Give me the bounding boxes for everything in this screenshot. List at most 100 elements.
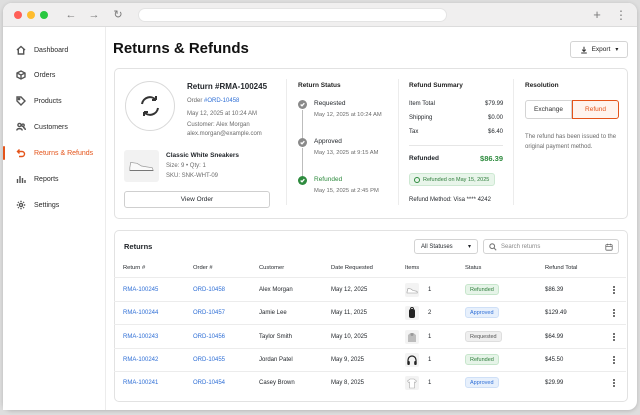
maximize-window-button[interactable] [40, 11, 48, 19]
order-link[interactable]: ORD-10456 [193, 334, 225, 340]
divider [286, 79, 287, 205]
customer-cell: Jamie Lee [259, 310, 287, 316]
qty-cell: 1 [428, 334, 432, 340]
customer-cell: Alex Morgan [259, 287, 293, 293]
rma-link[interactable]: RMA-100243 [123, 334, 158, 340]
view-order-button[interactable]: View Order [124, 191, 270, 208]
order-link[interactable]: ORD-10458 [193, 287, 225, 293]
filter-value: All Statuses [421, 243, 453, 250]
order-line: Order #ORD-10458 [187, 98, 239, 104]
total-cell: $45.50 [545, 357, 564, 363]
column-header: Items [405, 265, 420, 271]
sneaker-thumbnail [405, 283, 419, 297]
rma-link[interactable]: RMA-100245 [123, 287, 158, 293]
step-date: May 12, 2025 at 10:24 AM [314, 112, 382, 118]
return-detail-card: Return #RMA-100245 Order #ORD-10458 May … [114, 68, 628, 219]
customer-email: alex.morgan@example.com [187, 131, 262, 137]
date-cell: May 8, 2025 [331, 380, 365, 386]
sidebar-item-reports[interactable]: Reports [3, 169, 106, 189]
step-check-icon [298, 138, 307, 147]
exchange-option[interactable]: Exchange [525, 100, 572, 119]
status-badge: Approved [465, 307, 499, 318]
reload-icon[interactable]: ↻ [110, 7, 126, 23]
sidebar-item-dashboard[interactable]: Dashboard [3, 40, 106, 60]
sidebar-item-customers[interactable]: Customers [3, 117, 106, 137]
return-arrow-icon [16, 149, 26, 158]
row-menu-icon[interactable] [613, 333, 616, 343]
timeline-connector [302, 110, 303, 138]
order-link[interactable]: #ORD-10458 [204, 98, 239, 104]
tag-icon [16, 96, 26, 106]
status-badge: Refunded [465, 284, 499, 295]
row-divider [114, 324, 626, 325]
column-header: Order # [193, 265, 213, 271]
rma-link[interactable]: RMA-100242 [123, 357, 158, 363]
users-icon [16, 122, 26, 131]
order-link[interactable]: ORD-10454 [193, 380, 225, 386]
address-bar[interactable] [138, 8, 447, 22]
home-icon [16, 45, 26, 55]
column-header: Status [465, 265, 482, 271]
row-menu-icon[interactable] [613, 309, 616, 319]
row-divider [114, 301, 626, 302]
forward-arrow-icon[interactable]: → [86, 7, 102, 23]
status-filter-select[interactable]: All Statuses ▾ [414, 239, 478, 254]
back-arrow-icon[interactable]: ← [63, 7, 79, 23]
rma-link[interactable]: RMA-100244 [123, 310, 158, 316]
sidebar-item-label: Orders [34, 71, 56, 79]
order-link[interactable]: ORD-10457 [193, 310, 225, 316]
summary-value: $6.40 [487, 129, 503, 135]
header-divider [114, 277, 626, 278]
status-badge: Requested [465, 331, 502, 342]
row-menu-icon[interactable] [613, 379, 616, 389]
return-id: Return #RMA-100245 [187, 82, 268, 91]
total-cell: $129.49 [545, 310, 567, 316]
calendar-icon[interactable] [605, 243, 613, 251]
rma-link[interactable]: RMA-100241 [123, 380, 158, 386]
browser-menu-icon[interactable]: ⋮ [613, 7, 629, 23]
new-tab-icon[interactable]: + [589, 7, 605, 23]
return-date: May 12, 2025 at 10:24 AM [187, 111, 258, 117]
summary-label: Shipping [409, 115, 433, 121]
order-link[interactable]: ORD-10455 [193, 357, 225, 363]
sidebar-item-settings[interactable]: Settings [3, 195, 106, 215]
product-sku: SKU: SNK-WHT-09 [166, 173, 219, 179]
sidebar-item-products[interactable]: Products [3, 91, 106, 111]
sidebar-item-orders[interactable]: Orders [3, 65, 106, 85]
search-icon [489, 243, 497, 251]
row-menu-icon[interactable] [613, 356, 616, 366]
sidebar-item-label: Dashboard [34, 46, 69, 54]
column-header: Return # [123, 265, 146, 271]
page-title: Returns & Refunds [113, 40, 249, 57]
chevron-down-icon: ▾ [615, 47, 619, 53]
export-button[interactable]: Export ▾ [570, 41, 628, 58]
status-title: Return Status [298, 82, 341, 89]
step-label: Requested [314, 100, 346, 107]
step-check-icon [298, 100, 307, 109]
product-name: Classic White Sneakers [166, 152, 239, 159]
qty-cell: 1 [428, 380, 432, 386]
refunded-label: Refunded [409, 155, 439, 162]
step-label: Refunded [314, 176, 343, 183]
step-label: Approved [314, 138, 342, 145]
minimize-window-button[interactable] [27, 11, 35, 19]
badge-text: Refunded on May 15, 2025 [423, 176, 490, 183]
close-window-button[interactable] [14, 11, 22, 19]
summary-value: $79.99 [485, 101, 504, 107]
headphones-thumbnail [405, 353, 419, 367]
customer-cell: Jordan Patel [259, 357, 293, 363]
browser-toolbar: ← → ↻ + ⋮ [3, 3, 637, 27]
refund-option[interactable]: Refund [572, 100, 619, 119]
divider [513, 79, 514, 205]
divider [398, 79, 399, 205]
row-divider [114, 371, 626, 372]
row-divider [114, 348, 626, 349]
search-input[interactable]: Search returns [483, 239, 619, 254]
resolution-title: Resolution [525, 82, 559, 89]
summary-label: Tax [409, 129, 419, 135]
row-menu-icon[interactable] [613, 286, 616, 296]
product-image [124, 150, 159, 182]
step-date: May 15, 2025 at 2:45 PM [314, 188, 379, 194]
sidebar-item-returns-refunds[interactable]: Returns & Refunds [3, 143, 106, 163]
resolution-note: The refund has been issued to the origin… [525, 134, 617, 150]
